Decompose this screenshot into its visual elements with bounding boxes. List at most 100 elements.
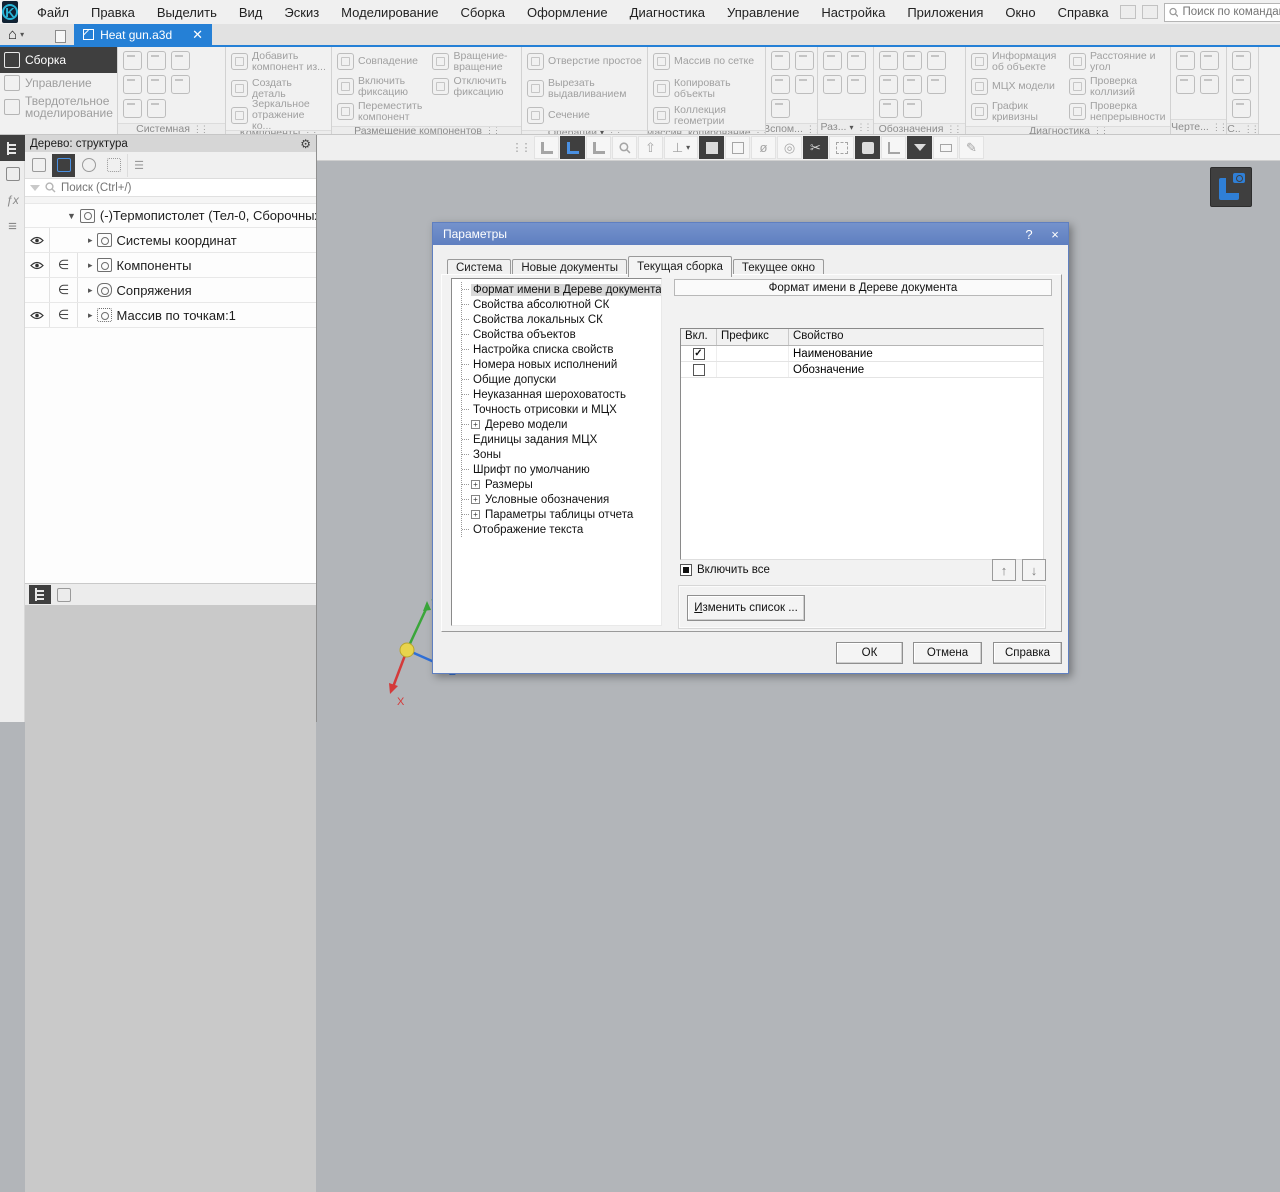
footer-tree-tab[interactable]	[29, 585, 51, 604]
help-button[interactable]: Справка	[993, 642, 1062, 664]
section-display-button[interactable]: ✂	[803, 136, 828, 159]
settings-item-name-format[interactable]: Формат имени в Дереве документа	[462, 282, 661, 297]
tree-item-point-array[interactable]: ∈ ▸ Массив по точкам:1	[25, 303, 316, 328]
open-doc-icon[interactable]	[147, 51, 166, 70]
partition-icon[interactable]	[823, 51, 842, 70]
change-list-button[interactable]: Изменить список ...	[687, 595, 805, 621]
row-checkbox[interactable]	[693, 364, 705, 376]
include-all-checkbox[interactable]	[680, 564, 692, 576]
include-all-row[interactable]: Включить все	[680, 564, 770, 576]
settings-item-tolerances[interactable]: Общие допуски	[462, 372, 661, 387]
layers-panel-tab[interactable]: ≡	[0, 213, 25, 239]
aux-spiral-icon[interactable]	[771, 99, 790, 118]
grip-icon[interactable]: ⋮⋮	[1093, 126, 1107, 134]
settings-item-dimensions[interactable]: +Размеры	[462, 477, 661, 492]
spec-edit-icon[interactable]	[1232, 99, 1251, 118]
designation-1-icon[interactable]	[879, 51, 898, 70]
grip-icon[interactable]: ⋮⋮	[806, 124, 817, 135]
expand-plus-icon[interactable]: +	[471, 495, 480, 504]
save-as-icon[interactable]	[171, 75, 190, 94]
aux-point-icon[interactable]	[771, 75, 790, 94]
menu-assembly[interactable]: Сборка	[449, 2, 516, 23]
menu-diagnostics[interactable]: Диагностика	[619, 2, 716, 23]
move-down-button[interactable]: ↓	[1022, 559, 1046, 581]
aux-axis-icon[interactable]	[795, 51, 814, 70]
orientation-isometry-button[interactable]	[560, 136, 585, 159]
tab-current-assembly[interactable]: Текущая сборка	[628, 256, 732, 277]
expand-collapsed-icon[interactable]: ▸	[88, 285, 93, 296]
grip-icon[interactable]: ⋮⋮	[1212, 122, 1226, 133]
menu-sketch[interactable]: Эскиз	[273, 2, 330, 23]
drawing-view-3-icon[interactable]	[1176, 75, 1195, 94]
menu-file[interactable]: Файл	[26, 2, 80, 23]
move-component-button[interactable]: Переместить компонент	[335, 99, 428, 124]
partition-4-icon[interactable]	[847, 75, 866, 94]
menu-drawing[interactable]: Оформление	[516, 2, 619, 23]
document-tab[interactable]: Heat gun.a3d ✕	[74, 24, 212, 45]
wireframe-display-button[interactable]	[725, 136, 750, 159]
tree-view-structure-button[interactable]	[27, 154, 50, 177]
drawing-view-2-icon[interactable]	[1200, 51, 1219, 70]
start-page-button[interactable]	[50, 27, 70, 45]
settings-item-roughness[interactable]: Неуказанная шероховатость	[462, 387, 661, 402]
mass-properties-button[interactable]: МЦХ модели	[969, 74, 1065, 99]
expand-collapsed-icon[interactable]: ▸	[88, 310, 93, 321]
tree-view-composition-button[interactable]	[52, 154, 75, 177]
tree-item-coordinate-systems[interactable]: ∈ ▸ Системы координат	[25, 228, 316, 253]
chevron-down-icon[interactable]: ▾	[600, 130, 604, 134]
menu-settings[interactable]: Настройка	[810, 2, 896, 23]
settings-item-local-cs[interactable]: Свойства локальных СК	[462, 312, 661, 327]
move-up-button[interactable]: ↑	[992, 559, 1016, 581]
settings-item-abs-cs[interactable]: Свойства абсолютной СК	[462, 297, 661, 312]
tree-panel-tab[interactable]	[0, 135, 25, 161]
expand-collapsed-icon[interactable]: ▸	[88, 260, 93, 271]
mode-management[interactable]: Управление	[0, 73, 117, 93]
designation-2-icon[interactable]	[903, 51, 922, 70]
designation-4-icon[interactable]	[879, 75, 898, 94]
window-layout-icon[interactable]	[1120, 5, 1136, 19]
continuity-check-button[interactable]: Проверка непрерывности	[1067, 99, 1167, 124]
simple-hole-button[interactable]: Отверстие простое	[525, 49, 644, 74]
drawing-views-icon[interactable]	[1176, 51, 1195, 70]
toolbar-grip-icon[interactable]: ⋮⋮	[508, 136, 533, 159]
filter-objects-button[interactable]	[907, 136, 932, 159]
aux-cs-icon[interactable]	[795, 75, 814, 94]
command-search-input[interactable]	[1182, 6, 1280, 18]
dialog-help-button[interactable]: ?	[1016, 225, 1042, 243]
row-checkbox[interactable]	[693, 348, 705, 360]
disable-fixation-button[interactable]: Отключить фиксацию	[430, 74, 518, 99]
enable-fixation-button[interactable]: Включить фиксацию	[335, 74, 428, 99]
drawing-report-icon[interactable]	[1200, 75, 1219, 94]
variables-panel-tab[interactable]: ƒx	[0, 187, 25, 213]
expand-plus-icon[interactable]: +	[471, 510, 480, 519]
measure-button[interactable]	[933, 136, 958, 159]
settings-item-model-tree[interactable]: +Дерево модели	[462, 417, 661, 432]
grip-icon[interactable]: ⋮⋮	[303, 130, 317, 134]
designation-8-icon[interactable]	[903, 99, 922, 118]
table-row[interactable]: Наименование	[681, 346, 1043, 362]
settings-item-text-display[interactable]: Отображение текста	[462, 522, 661, 537]
menu-edit[interactable]: Правка	[80, 2, 146, 23]
command-search[interactable]	[1164, 3, 1280, 22]
designation-3-icon[interactable]	[927, 51, 946, 70]
expand-open-icon[interactable]: ▼	[67, 211, 76, 221]
settings-item-default-font[interactable]: Шрифт по умолчанию	[462, 462, 661, 477]
grid-array-button[interactable]: Массив по сетке	[651, 49, 762, 74]
local-view-button[interactable]	[855, 136, 880, 159]
cut-extrude-button[interactable]: Вырезать выдавливанием	[525, 76, 644, 101]
settings-item-object-props[interactable]: Свойства объектов	[462, 327, 661, 342]
screen-capture-icon[interactable]	[1142, 5, 1158, 19]
expand-plus-icon[interactable]: +	[471, 480, 480, 489]
tree-relations-button[interactable]	[77, 154, 100, 177]
view-doc-button[interactable]	[881, 136, 906, 159]
menu-help[interactable]: Справка	[1047, 2, 1120, 23]
tree-search-input[interactable]	[61, 182, 311, 194]
grip-icon[interactable]: ⋮⋮	[607, 130, 621, 134]
add-component-button[interactable]: Добавить компонент из...	[229, 49, 328, 74]
tab-close-icon[interactable]: ✕	[192, 27, 203, 43]
tree-root-item[interactable]: ▼ (-)Термопистолет (Тел-0, Сборочных е	[25, 203, 316, 228]
menu-management[interactable]: Управление	[716, 2, 810, 23]
zoom-area-button[interactable]	[612, 136, 637, 159]
undo-icon[interactable]	[123, 99, 142, 118]
settings-item-report-table[interactable]: +Параметры таблицы отчета	[462, 507, 661, 522]
